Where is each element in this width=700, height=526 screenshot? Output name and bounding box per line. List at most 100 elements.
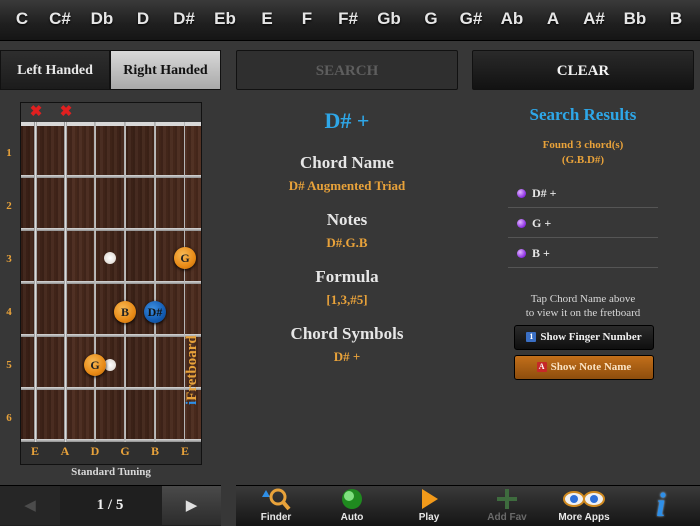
note-key-f[interactable]: F [287, 0, 327, 40]
found-notes-line: (G.B.D#) [561, 154, 605, 166]
more-apps-label: More Apps [558, 512, 610, 523]
show-note-name-label: Show Note Name [550, 361, 632, 373]
auto-button[interactable]: Auto [317, 486, 387, 525]
note-name-icon: A [536, 362, 547, 372]
chord-name-value: D# Augmented Triad [288, 178, 406, 193]
guitar-string [34, 122, 37, 442]
prev-page-button[interactable]: ◀ [0, 486, 60, 525]
formula-value: [1,3,#5] [326, 292, 368, 307]
fret-number: 1 [6, 147, 12, 159]
root-note-dot[interactable]: D# [144, 301, 166, 323]
left-handed-button[interactable]: Left Handed [0, 50, 110, 90]
note-selector-bar: C C# Db D D# Eb E F F# Gb G G# Ab A A# B… [0, 0, 700, 41]
clear-button[interactable]: CLEAR [472, 50, 694, 90]
tuning-label: Standard Tuning [71, 466, 151, 478]
mute-row [21, 103, 201, 122]
mute-x-icon[interactable]: ✖ [29, 104, 43, 120]
show-finger-number-button[interactable]: 1 Show Finger Number [514, 325, 654, 350]
fret-wire [21, 334, 201, 337]
show-finger-number-label: Show Finger Number [540, 331, 642, 343]
fret-number: 3 [6, 253, 12, 265]
fret-number: 4 [6, 306, 12, 318]
note-dot[interactable]: G [84, 354, 106, 376]
add-fav-button[interactable]: Add Fav [472, 486, 542, 525]
more-apps-button[interactable]: More Apps [549, 486, 619, 525]
plus-icon [472, 486, 542, 512]
play-icon [394, 486, 464, 512]
next-page-button[interactable]: ▶ [162, 486, 221, 525]
result-label: B + [532, 246, 550, 260]
tap-hint-line: to view it on the fretboard [525, 307, 641, 319]
magnifier-icon [241, 486, 311, 512]
chord-title: D# + [324, 108, 370, 133]
open-string-note: E [30, 444, 39, 458]
note-key-b[interactable]: B [656, 0, 696, 40]
guitar-string [64, 122, 67, 442]
notes-value: D#.G.B [326, 235, 368, 250]
play-button[interactable]: Play [394, 486, 464, 525]
auto-ball-icon [317, 486, 387, 512]
note-key-b-flat[interactable]: Bb [615, 0, 655, 40]
fret-number: 6 [6, 412, 12, 424]
notes-heading: Notes [326, 210, 368, 229]
play-label: Play [418, 512, 440, 523]
open-string-note: A [60, 444, 70, 458]
open-string-note: B [150, 444, 159, 458]
note-key-e[interactable]: E [247, 0, 287, 40]
note-key-a[interactable]: A [533, 0, 573, 40]
info-button[interactable]: i [626, 486, 696, 525]
bullet-icon [517, 219, 526, 228]
search-results-title: Search Results [529, 105, 637, 124]
note-key-d[interactable]: D [123, 0, 163, 40]
fret-inlay-marker [104, 252, 116, 264]
bullet-icon [517, 189, 526, 198]
note-key-c-sharp[interactable]: C# [40, 0, 80, 40]
formula-heading: Formula [315, 267, 379, 286]
show-note-name-button[interactable]: A Show Note Name [514, 355, 654, 380]
nut [21, 122, 201, 126]
fret-number: 2 [6, 200, 12, 212]
note-key-c[interactable]: C [2, 0, 42, 40]
tap-hint-line: Tap Chord Name above [530, 293, 636, 305]
fret-wire [21, 387, 201, 390]
note-key-a-sharp[interactable]: A# [574, 0, 614, 40]
note-key-f-sharp[interactable]: F# [328, 0, 368, 40]
fret-wire [21, 228, 201, 231]
note-key-e-flat[interactable]: Eb [205, 0, 245, 40]
finder-button[interactable]: Finder [241, 486, 311, 525]
chord-symbols-value: D# + [333, 349, 361, 364]
result-label: G + [532, 216, 552, 230]
ifretboard-logo: iFretboard [184, 335, 201, 405]
eyes-icon [549, 486, 619, 512]
guitar-string [154, 122, 156, 442]
note-key-g-flat[interactable]: Gb [369, 0, 409, 40]
info-icon: i [656, 487, 666, 524]
mute-x-icon[interactable]: ✖ [59, 104, 73, 120]
note-dot[interactable]: B [114, 301, 136, 323]
chord-symbols-heading: Chord Symbols [290, 324, 404, 343]
right-handed-button[interactable]: Right Handed [110, 50, 221, 90]
open-string-row [21, 442, 201, 464]
found-count-line: Found 3 chord(s) [542, 139, 624, 151]
note-key-a-flat[interactable]: Ab [492, 0, 532, 40]
result-label: D# + [532, 186, 557, 200]
note-key-d-flat[interactable]: Db [82, 0, 122, 40]
add-fav-label: Add Fav [487, 512, 527, 523]
guitar-string [124, 122, 126, 442]
open-string-note: E [180, 444, 189, 458]
page-indicator: 1 / 5 [96, 497, 124, 513]
result-item[interactable]: D# + [508, 179, 658, 208]
finger-number-icon: 1 [526, 332, 537, 342]
note-key-d-sharp[interactable]: D# [164, 0, 204, 40]
tap-hint: Tap Chord Name above to view it on the f… [508, 292, 658, 320]
note-key-g[interactable]: G [411, 0, 451, 40]
note-dot[interactable]: G [174, 247, 196, 269]
finder-label: Finder [260, 512, 292, 523]
fret-wire [21, 175, 201, 178]
result-item[interactable]: G + [508, 209, 658, 238]
search-button[interactable]: SEARCH [236, 50, 458, 90]
found-count: Found 3 chord(s) (G.B.D#) [508, 138, 658, 168]
guitar-string [94, 122, 96, 442]
result-item[interactable]: B + [508, 239, 658, 268]
note-key-g-sharp[interactable]: G# [451, 0, 491, 40]
